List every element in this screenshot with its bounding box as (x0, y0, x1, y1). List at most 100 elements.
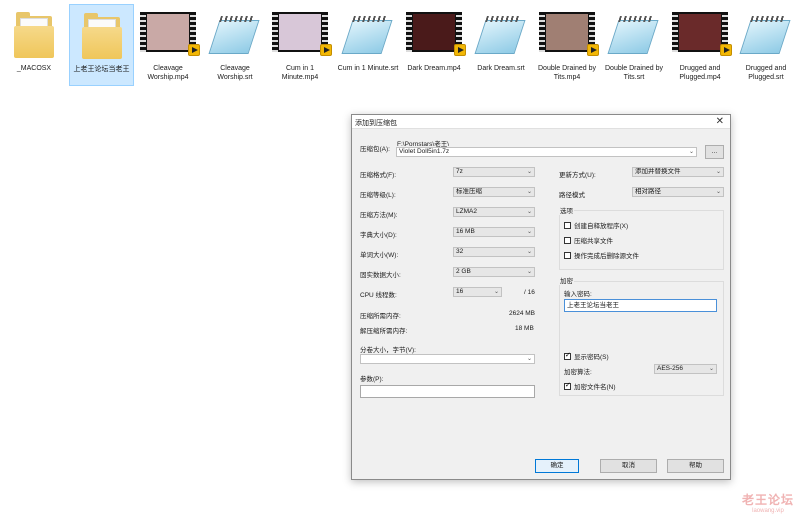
show-password-label: 显示密码(S) (574, 354, 609, 361)
file-name: Drugged and Plugged.mp4 (679, 65, 721, 81)
file-item[interactable]: Dark Dream.srt (469, 4, 533, 86)
chevron-down-icon: ⌄ (526, 189, 532, 195)
sfx-label: 创建自释放程序(X) (574, 223, 629, 230)
archive-label: 压缩包(A): (360, 146, 390, 153)
notepad-file-icon (208, 12, 260, 58)
desktop: _MACOSX 上老王论坛当老王 Cleavage Worship.mp4 Cl… (0, 0, 800, 520)
format-select[interactable]: 7z ⌄ (453, 167, 535, 177)
file-name: Double Drained by Tits.mp4 (538, 65, 596, 81)
solid-select[interactable]: 2 GB ⌄ (453, 267, 535, 277)
params-input[interactable] (360, 385, 535, 398)
file-item[interactable]: _MACOSX (2, 4, 66, 86)
encrypt-names-checkbox[interactable]: 加密文件名(N) (564, 381, 616, 391)
close-icon[interactable]: ✕ (716, 116, 724, 127)
file-name: Cleavage Worship.mp4 (147, 65, 189, 81)
dialog-titlebar: 添加到压缩包 ✕ (352, 115, 730, 129)
help-button[interactable]: 帮助 (667, 459, 724, 473)
chevron-down-icon: ⌄ (715, 169, 721, 175)
notepad-file-icon (474, 12, 526, 58)
browse-button[interactable]: ... (705, 145, 724, 159)
checkbox-icon (564, 251, 571, 259)
notepad-file-icon (739, 12, 791, 58)
file-name: Dark Dream.srt (477, 65, 525, 72)
file-name: Cleavage Worship.srt (217, 65, 253, 81)
show-password-checkbox[interactable]: 显示密码(S) (564, 351, 609, 361)
checkbox-checked-icon (564, 351, 571, 360)
word-label: 单词大小(W): (360, 252, 399, 259)
file-name: 上老王论坛当老王 (73, 66, 130, 73)
checkbox-checked-icon (564, 381, 571, 390)
password-label: 输入密码: (564, 291, 592, 298)
mem-comp-label: 压缩所需内存: (360, 313, 401, 320)
watermark-title: 老王论坛 (741, 493, 794, 507)
notepad-file-icon (341, 12, 393, 58)
chevron-down-icon: ⌄ (688, 149, 694, 155)
dialog-title: 添加到压缩包 (355, 120, 397, 127)
add-to-archive-dialog: 添加到压缩包 ✕ 压缩包(A): F:\Pornstars\老王\ Violet… (351, 114, 731, 480)
file-item[interactable]: Drugged and Plugged.srt (734, 4, 798, 86)
level-select[interactable]: 标准压缩 ⌄ (453, 187, 535, 197)
chevron-down-icon: ⌄ (493, 289, 499, 295)
folder-icon (14, 12, 54, 58)
notepad-file-icon (607, 12, 659, 58)
file-item[interactable]: Cum in 1 Minute.mp4 (268, 4, 332, 86)
delete-checkbox[interactable]: 操作完成后删除源文件 (564, 250, 639, 260)
file-item[interactable]: Cleavage Worship.srt (203, 4, 267, 86)
video-file-icon (672, 12, 732, 56)
enc-method-value: AES-256 (657, 365, 684, 372)
encrypt-title: 加密 (559, 275, 574, 285)
video-file-icon (406, 12, 466, 56)
update-value: 添加并替换文件 (635, 168, 681, 175)
shared-label: 压缩共享文件 (574, 238, 613, 245)
file-item[interactable]: Cleavage Worship.mp4 (136, 4, 200, 86)
chevron-down-icon: ⌄ (526, 356, 532, 362)
file-item[interactable]: Dark Dream.mp4 (402, 4, 466, 86)
update-select[interactable]: 添加并替换文件 ⌄ (632, 167, 724, 177)
file-item[interactable]: Double Drained by Tits.srt (602, 4, 666, 86)
cpu-value: 16 (456, 288, 464, 295)
method-label: 压缩方法(M): (360, 212, 398, 219)
shared-checkbox[interactable]: 压缩共享文件 (564, 235, 613, 245)
cpu-label: CPU 线程数: (360, 292, 397, 299)
level-value: 标准压缩 (456, 188, 482, 195)
level-label: 压缩等级(L): (360, 192, 396, 199)
chevron-down-icon: ⌄ (708, 366, 714, 372)
solid-value: 2 GB (456, 268, 471, 275)
mem-decomp-value: 18 MB (515, 325, 534, 332)
file-name: Drugged and Plugged.srt (745, 65, 787, 81)
archive-name-combo[interactable]: Violet Doll5in1.7z ⌄ (396, 147, 697, 157)
dict-select[interactable]: 16 MB ⌄ (453, 227, 535, 237)
split-combo[interactable]: ⌄ (360, 354, 535, 364)
cancel-button[interactable]: 取消 (600, 459, 657, 473)
method-select[interactable]: LZMA2 ⌄ (453, 207, 535, 217)
dict-value: 16 MB (456, 228, 475, 235)
dict-label: 字典大小(D): (360, 232, 397, 239)
file-item[interactable]: Drugged and Plugged.mp4 (668, 4, 732, 86)
cpu-select[interactable]: 16 ⌄ (453, 287, 502, 297)
file-item[interactable]: Cum in 1 Minute.srt (336, 4, 400, 86)
ok-button[interactable]: 确定 (535, 459, 579, 473)
file-name: Cum in 1 Minute.mp4 (281, 65, 319, 81)
options-title: 选项 (559, 205, 574, 215)
video-file-icon (539, 12, 599, 56)
sfx-checkbox[interactable]: 创建自释放程序(X) (564, 220, 628, 230)
file-name: _MACOSX (16, 65, 52, 72)
file-item[interactable]: Double Drained by Tits.mp4 (535, 4, 599, 86)
chevron-down-icon: ⌄ (715, 189, 721, 195)
chevron-down-icon: ⌄ (526, 209, 532, 215)
file-name: Dark Dream.mp4 (407, 65, 461, 72)
delete-label: 操作完成后删除源文件 (574, 253, 639, 260)
enc-method-select[interactable]: AES-256 ⌄ (654, 364, 717, 374)
file-item-selected[interactable]: 上老王论坛当老王 (69, 4, 134, 86)
params-label: 参数(P): (360, 376, 384, 383)
path-mode-select[interactable]: 相对路径 ⌄ (632, 187, 724, 197)
password-input[interactable]: 上老王论坛当老王 (564, 299, 717, 312)
file-name: Double Drained by Tits.srt (605, 65, 663, 81)
video-file-icon (272, 12, 332, 56)
update-label: 更新方式(U): (559, 172, 596, 179)
format-value: 7z (456, 168, 463, 175)
file-name: Cum in 1 Minute.srt (337, 65, 399, 72)
chevron-down-icon: ⌄ (526, 229, 532, 235)
word-select[interactable]: 32 ⌄ (453, 247, 535, 257)
path-mode-value: 相对路径 (635, 188, 661, 195)
